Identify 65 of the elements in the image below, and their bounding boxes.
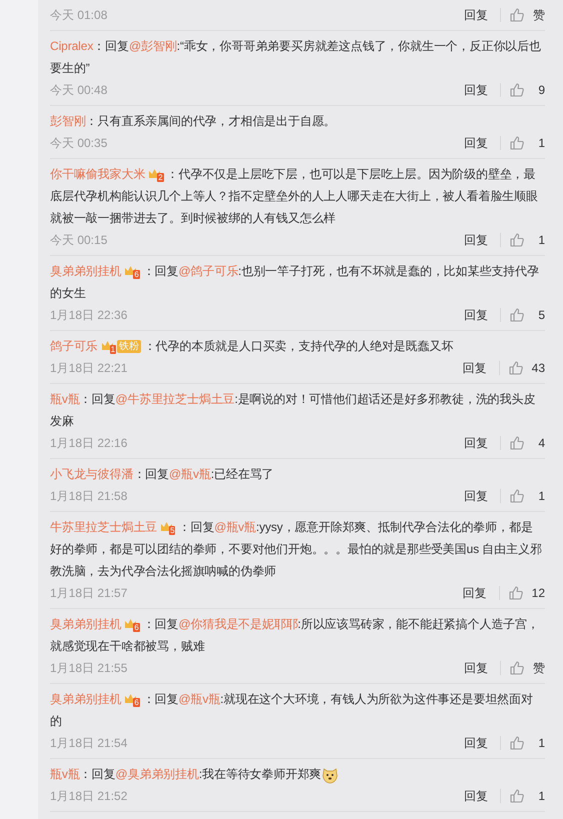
comment-time: 今天 00:35: [50, 135, 108, 152]
fan-badge: 铁粉: [116, 340, 141, 354]
comment-text: 臭弟弟别挂机 6 ：回复@你猜我是不是妮耶耶:所以应该骂砖家，能不能赶紧搞个人造子宫，就感觉现在干啥都被骂，贼难: [50, 616, 540, 655]
thumbs-up-icon: [509, 660, 525, 676]
like-count[interactable]: 4: [533, 434, 545, 452]
comment-time: 1月18日 21:57: [50, 585, 128, 602]
reply-button[interactable]: 回复: [460, 734, 492, 752]
reply-button[interactable]: 回复: [460, 6, 492, 24]
comment-text: 臭弟弟别挂机 6 ：回复@瓶v瓶:就现在这个大环境，有钱人为所欲为这件事还是要坦然面对的: [50, 691, 534, 730]
like-count[interactable]: 1: [533, 231, 545, 249]
comment-text: 彭智刚：只有直系亲属间的代孕，才相信是出于自愿。: [50, 113, 337, 130]
thumbs-up-icon: [509, 488, 525, 504]
like-count[interactable]: 5: [533, 306, 545, 324]
comment-time: 今天 00:48: [50, 82, 108, 99]
comment-time: 1月18日 21:52: [50, 788, 128, 805]
badge-level: 6: [133, 622, 140, 632]
like-count[interactable]: 43: [532, 359, 545, 377]
reply-button[interactable]: 回复: [460, 487, 492, 505]
like-count[interactable]: 赞: [533, 659, 545, 677]
comment-text: 牛苏里拉芝士焗土豆 5 ：回复@瓶v瓶:yysy，愿意开除郑爽、抵制代孕合法化的拳师，都是好的拳师，都是可以团结的拳师，不要对他们开炮。。。最怕的就是那些受美国us 自由主义邪教洗脑，去为代孕合法化摇旗呐喊的伪拳师: [50, 519, 542, 580]
comment-time: 今天 00:15: [50, 232, 108, 249]
reply-button[interactable]: 回复: [460, 659, 492, 677]
thumbs-up-icon: [509, 82, 525, 98]
like-count[interactable]: 12: [532, 584, 545, 602]
badge-level: 6: [133, 698, 140, 707]
comment-time: 今天 01:08: [50, 7, 108, 24]
reply-button[interactable]: 回复: [458, 359, 491, 377]
like-count[interactable]: 赞: [533, 6, 545, 24]
reply-button[interactable]: 回复: [460, 134, 492, 152]
thumbs-up-icon: [509, 232, 525, 248]
comment-text: 瓶v瓶：回复@牛苏里拉芝士焗土豆:是啊说的对！可惜他们超话还是好多邪教徒，洗的我头皮发麻: [50, 391, 536, 430]
thumbs-up-icon: [508, 585, 524, 601]
like-count[interactable]: 1: [533, 787, 545, 805]
comment-time: 1月18日 21:58: [50, 488, 128, 505]
badge-level: 6: [133, 270, 140, 279]
reply-button[interactable]: 回复: [460, 231, 492, 249]
thumbs-up-icon: [509, 307, 525, 323]
like-count[interactable]: 1: [533, 487, 545, 505]
thumbs-up-icon: [508, 360, 524, 376]
thumbs-up-icon: [509, 7, 525, 23]
comment-text: 鸽子可乐 1 铁粉 ：代孕的本质就是人口买卖，支持代孕的人绝对是既蠢又坏: [50, 338, 454, 356]
thumbs-up-icon: [509, 788, 525, 804]
comment-text: 瓶v瓶：回复@臭弟弟别挂机:我在等待女拳师开郑爽: [50, 763, 542, 785]
comment-time: 1月18日 22:21: [50, 360, 128, 377]
like-count[interactable]: 9: [533, 81, 545, 99]
like-count[interactable]: 1: [533, 134, 545, 152]
thumbs-up-icon: [509, 735, 525, 751]
reply-button[interactable]: 回复: [460, 434, 492, 452]
reply-button[interactable]: 回复: [460, 306, 492, 324]
like-count[interactable]: 1: [533, 734, 545, 752]
comment-text: 臭弟弟别挂机 6 ：回复@鸽子可乐:也别一竿子打死，也有不坏就是蠢的，比如某些支持代孕的女生: [50, 263, 540, 302]
badge-level: 5: [169, 526, 176, 535]
comment-time: 1月18日 22:36: [50, 307, 128, 324]
comment-time: 1月18日 21:55: [50, 660, 128, 677]
comment-time: 1月18日 22:16: [50, 435, 128, 452]
badge-level: 2: [157, 172, 164, 182]
thumbs-up-icon: [509, 435, 525, 451]
reply-button[interactable]: 回复: [460, 787, 492, 805]
comment-text: 小飞龙与彼得潘：回复@瓶v瓶:已经在骂了: [50, 466, 275, 483]
comment-time: 1月18日 21:54: [50, 735, 128, 752]
comment-text: 你干嘛偷我家大米 2 ：代孕不仅是上层吃下层，也可以是下层吃上层。因为阶级的壁垒，最底层代孕机构能认识几个上等人？指不定壁垒外的人上人哪天走在大街上，被人看着脸生顺眼就被一敲一捆带进去了。到时候被绑的人有钱又怎么样: [50, 166, 539, 227]
reply-button[interactable]: 回复: [460, 81, 492, 99]
thumbs-up-icon: [509, 135, 525, 151]
reply-button[interactable]: 回复: [458, 584, 491, 602]
comment-text: Cipralex：回复@彭智刚:“乖女，你哥哥弟弟要买房就差这点钱了，你就生一个，反正你以后也要生的”: [50, 38, 542, 77]
